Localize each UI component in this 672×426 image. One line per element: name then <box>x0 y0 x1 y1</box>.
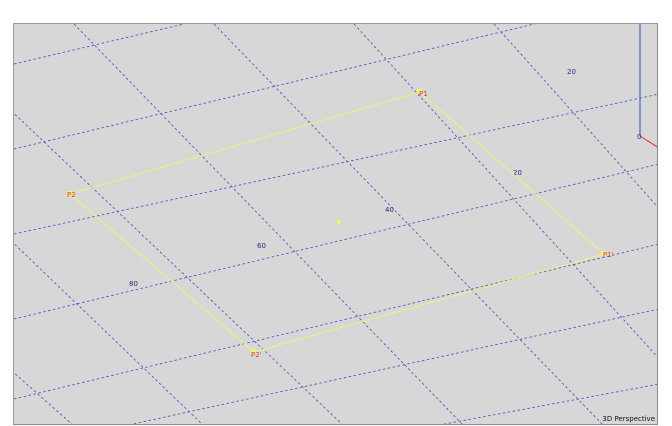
origin-label: 0 <box>637 133 641 141</box>
grid-label: 60 <box>257 242 266 250</box>
scene-canvas[interactable]: 0 20 20 40 60 80 P1 P2 P1' P2' <box>14 24 658 425</box>
grid-value-labels: 20 20 40 60 80 <box>129 68 576 288</box>
3d-perspective-viewport[interactable]: 0 20 20 40 60 80 P1 P2 P1' P2' 3D Perspe… <box>13 23 658 425</box>
grid-lines-a <box>14 24 657 424</box>
path-edge[interactable] <box>419 91 605 255</box>
grid-line <box>14 112 343 424</box>
grid-line <box>131 309 657 424</box>
grid-line <box>14 372 73 424</box>
grid-line <box>14 164 657 320</box>
pivot-marker[interactable] <box>337 220 341 224</box>
grid-lines-b <box>14 24 657 424</box>
grid-line <box>14 24 185 65</box>
grid-line <box>14 243 203 424</box>
point-p1-prime-label: P1' <box>603 251 614 259</box>
grid-label: 20 <box>513 169 522 177</box>
view-name-label[interactable]: 3D Perspective <box>602 415 655 423</box>
grid-line <box>14 94 657 235</box>
grid-line <box>353 24 657 357</box>
grid-line <box>14 24 536 150</box>
grid-label: 20 <box>567 68 576 76</box>
grid-label: 40 <box>385 206 394 214</box>
path-shape[interactable] <box>69 91 605 353</box>
axis-gizmo: 0 <box>637 24 657 148</box>
path-edge[interactable] <box>69 91 421 195</box>
grid-line <box>73 24 463 424</box>
point-p1-label: P1 <box>419 90 428 98</box>
path-edge[interactable] <box>253 253 605 353</box>
grid-line <box>493 24 657 207</box>
point-p2-label: P2 <box>67 191 76 199</box>
grid-line <box>14 244 657 400</box>
x-axis <box>639 135 657 148</box>
path-edge[interactable] <box>69 193 255 353</box>
point-p2-prime-label: P2' <box>251 351 262 359</box>
grid-label: 80 <box>129 280 138 288</box>
